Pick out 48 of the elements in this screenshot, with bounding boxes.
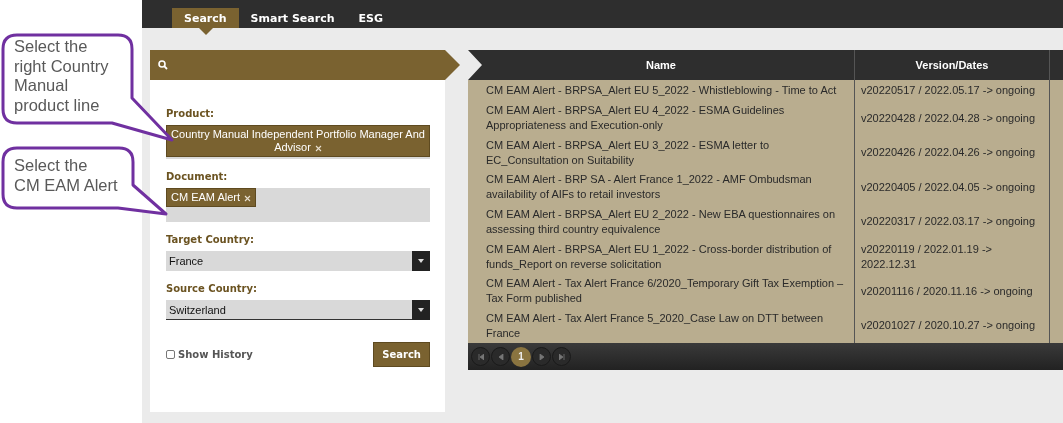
table-cell: CM EAM Alert - Tax Alert France 6/2020_Temporary Gift Tax Exemption – Tax Form published [468,273,855,309]
field-label: Product: [166,108,216,119]
table-cell: v20220317 / 2022.03.17 -> ongoing [855,204,1050,240]
table-cell: v20220119 / 2022.01.19 -> 2022.12.31 [855,239,1050,274]
bar-triangle-icon [477,353,484,360]
last-page-button[interactable] [552,347,571,366]
field-label: Target Country: [166,234,256,245]
remove-icon[interactable] [314,144,322,152]
table-cell: CM EAM Alert - BRPSA_Alert EU 4_2022 - ESMA Guidelines Appropriateness and Execution-only [468,101,855,136]
tag-field[interactable]: Country Manual Independent Portfolio Manager And Advisor [166,125,430,159]
remove-icon[interactable] [244,194,252,202]
column-header[interactable]: Version/Dates [915,59,989,71]
triangle-right-icon [538,353,545,360]
country-dropdown[interactable]: Switzerland [166,300,430,320]
callout-text: Select the right Country Manual product line [14,37,109,115]
first-page-button[interactable] [471,347,490,366]
table-cell: v20201116 / 2020.11.16 -> ongoing [855,273,1050,309]
column-header[interactable]: Name [646,59,676,71]
next-page-button[interactable] [532,347,551,366]
table-cell: CM EAM Alert - BRPSA_Alert EU 3_2022 - ESMA letter to EC_Consultation on Suitability [468,135,855,171]
checkbox[interactable] [166,350,175,359]
table-cell: CM EAM Alert - BRP SA - Alert France 1_2022 - AMF Ombudsman availability of AIFs to retail investors [468,170,855,205]
field-label: Document: [166,171,229,182]
table-cell: v20220428 / 2022.04.28 -> ongoing [855,101,1050,136]
callout-text: Select the CM EAM Alert [14,156,118,195]
checkbox-label: Show History [178,349,253,360]
dropdown-arrow-icon [418,307,424,312]
tag-field[interactable]: CM EAM Alert [166,188,430,222]
tab-pointer [198,28,213,35]
page-button[interactable]: 1 [511,346,531,367]
search-button[interactable]: Search [373,342,430,367]
table-cell: CM EAM Alert - BRPSA_Alert EU 5_2022 - Whistleblowing - Time to Act [468,80,855,101]
nav-tab[interactable]: Search [172,8,239,28]
table-cell: CM EAM Alert - BRPSA_Alert EU 2_2022 - New EBA questionnaires on assessing third country equivalence [468,204,855,240]
country-dropdown[interactable]: France [166,251,430,271]
table-cell: CM EAM Alert - BRPSA_Alert EU 1_2022 - Cross-border distribution of funds_Report on reverse solicitation [468,239,855,274]
previous-page-button[interactable] [491,347,510,366]
table-cell: v20220426 / 2022.04.26 -> ongoing [855,135,1050,171]
search-icon[interactable] [158,60,168,70]
nav-tab[interactable]: ESG [346,8,395,28]
triangle-left-icon [497,353,504,360]
field-label: Source Country: [166,283,258,294]
triangle-bar-icon [558,353,565,360]
nav-tab[interactable]: Smart Search [238,8,347,28]
table-cell: v20220517 / 2022.05.17 -> ongoing [855,80,1050,101]
dropdown-arrow-icon [418,259,424,263]
table-cell: v20220405 / 2022.04.05 -> ongoing [855,170,1050,205]
selected-tag: CM EAM Alert [166,188,257,207]
